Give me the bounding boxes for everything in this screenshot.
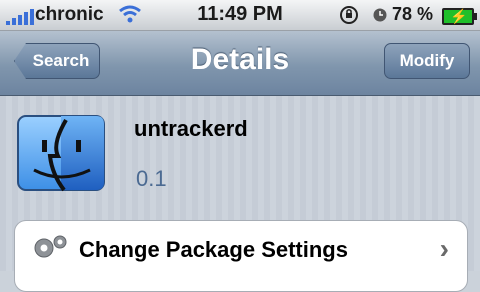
navigation-bar: Search Details Modify <box>0 31 480 96</box>
alarm-clock-icon <box>372 7 388 28</box>
package-name: untrackerd <box>134 116 248 141</box>
status-bar: chronic 11:49 PM 78 % ⚡ <box>0 0 480 31</box>
modify-button[interactable]: Modify <box>384 43 470 79</box>
settings-row-label: Change Package Settings <box>79 237 348 262</box>
package-version: 0.1 <box>136 166 167 191</box>
battery-percent: 78 % <box>392 4 434 24</box>
package-details: untrackerd 0.1 Change Package Settings › <box>0 96 480 292</box>
chevron-right-icon: › <box>439 233 449 264</box>
finder-face-icon <box>16 114 106 192</box>
battery-icon: ⚡ <box>442 8 477 25</box>
rotation-lock-icon <box>338 5 360 30</box>
gear-icon <box>29 231 69 270</box>
change-package-settings-row[interactable]: Change Package Settings › <box>14 220 468 292</box>
